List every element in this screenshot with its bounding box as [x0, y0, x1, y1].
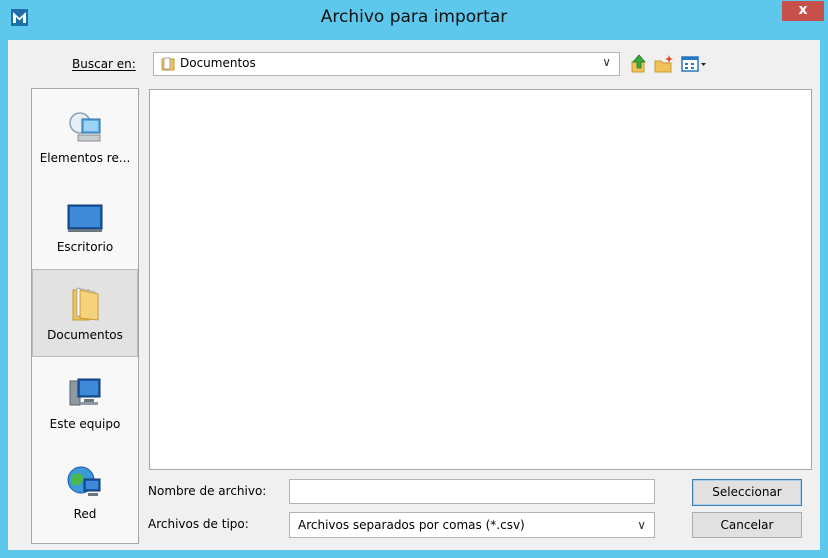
title-bar[interactable]: Archivo para importar x [0, 0, 828, 40]
window-title: Archivo para importar [320, 7, 508, 27]
lookin-value: Documentos [180, 56, 256, 70]
place-network[interactable]: Red [32, 449, 138, 537]
dialog-window: Archivo para importar x Buscar en: Docum… [0, 0, 828, 558]
close-button[interactable]: x [782, 1, 824, 21]
place-label: Este equipo [49, 417, 121, 431]
network-icon [67, 466, 101, 496]
place-label: Escritorio [56, 240, 114, 254]
desktop-icon [67, 204, 103, 232]
filetype-value: Archivos separados por comas (*.csv) [298, 518, 525, 532]
cancel-button[interactable]: Cancelar [692, 512, 802, 538]
places-bar: Elementos re... Escritorio Documentos Es… [31, 88, 139, 544]
place-computer[interactable]: Este equipo [32, 359, 138, 447]
lookin-combo[interactable]: Documentos ∨ [153, 52, 620, 76]
view-menu-icon[interactable] [681, 54, 707, 74]
lookin-label-text: Buscar en: [72, 57, 136, 71]
place-desktop[interactable]: Escritorio [32, 179, 138, 267]
chevron-down-icon: ∨ [637, 518, 646, 532]
filetype-combo[interactable]: Archivos separados por comas (*.csv) ∨ [289, 512, 655, 538]
computer-icon [69, 378, 101, 406]
place-label: Red [73, 507, 97, 521]
filename-label: Nombre de archivo: [148, 484, 267, 498]
documents-folder-icon [72, 287, 99, 321]
file-list[interactable] [149, 89, 812, 470]
new-folder-icon[interactable] [654, 54, 674, 74]
up-folder-icon[interactable] [630, 54, 648, 74]
filename-input[interactable] [289, 479, 655, 504]
place-label: Elementos re... [39, 151, 131, 165]
folder-icon [161, 57, 175, 71]
select-button[interactable]: Seleccionar [692, 479, 802, 506]
lookin-label: Buscar en: [72, 57, 136, 71]
place-label: Documentos [47, 328, 123, 342]
filetype-label: Archivos de tipo: [148, 517, 249, 531]
place-documents[interactable]: Documentos [32, 269, 138, 357]
place-recent-items[interactable]: Elementos re... [32, 89, 138, 177]
dialog-body: Buscar en: Documentos ∨ Elementos re... … [8, 40, 820, 550]
recent-items-icon [69, 112, 101, 142]
chevron-down-icon: ∨ [602, 55, 611, 69]
